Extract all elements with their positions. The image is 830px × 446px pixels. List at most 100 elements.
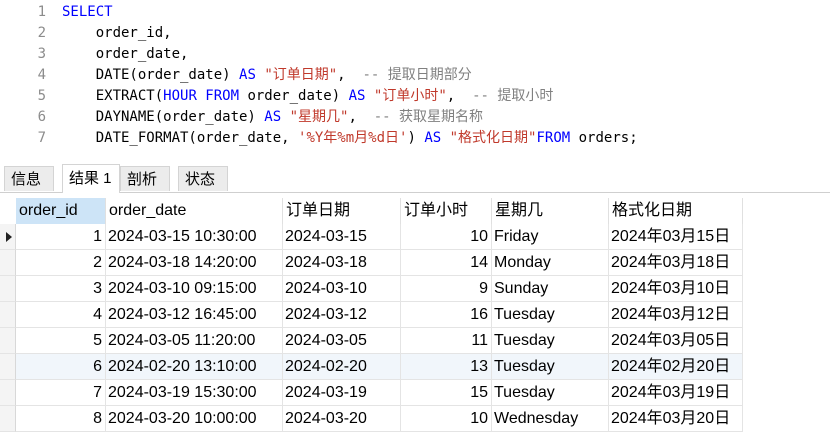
line-number: 1 xyxy=(37,4,46,20)
cell-order-hour[interactable]: 14 xyxy=(401,250,492,276)
code-line[interactable]: 3 order_date, xyxy=(0,44,830,65)
cell-order-date[interactable]: 2024-03-10 09:15:00 xyxy=(106,276,283,302)
code-token: "星期几" xyxy=(289,109,349,125)
code-token: order_date) xyxy=(247,88,349,104)
code-token: "格式化日期" xyxy=(449,130,537,146)
column-header-weekday[interactable]: 星期几 xyxy=(492,198,609,224)
column-header-order-day[interactable]: 订单日期 xyxy=(283,198,401,224)
cell-weekday[interactable]: Sunday xyxy=(492,276,609,302)
column-header-order-id[interactable]: order_id xyxy=(16,198,106,224)
line-number: 2 xyxy=(37,25,46,41)
row-selector[interactable] xyxy=(0,354,16,380)
header-corner xyxy=(0,198,16,224)
cell-formatted-date[interactable]: 2024年02月20日 xyxy=(609,354,743,380)
code-token: ) xyxy=(407,130,425,146)
cell-weekday[interactable]: Tuesday xyxy=(492,380,609,406)
cell-order-hour[interactable]: 13 xyxy=(401,354,492,380)
cell-order-day[interactable]: 2024-03-19 xyxy=(283,380,401,406)
line-number: 6 xyxy=(37,109,46,125)
cell-formatted-date[interactable]: 2024年03月19日 xyxy=(609,380,743,406)
cell-order-day[interactable]: 2024-03-10 xyxy=(283,276,401,302)
cell-order-hour[interactable]: 15 xyxy=(401,380,492,406)
code-token: FROM xyxy=(536,130,579,146)
row-selector[interactable] xyxy=(0,406,16,432)
cell-order-date[interactable]: 2024-02-20 13:10:00 xyxy=(106,354,283,380)
cell-order-day[interactable]: 2024-03-15 xyxy=(283,224,401,250)
cell-weekday[interactable]: Tuesday xyxy=(492,328,609,354)
cell-weekday[interactable]: Monday xyxy=(492,250,609,276)
cell-order-id[interactable]: 6 xyxy=(16,354,106,380)
code-token: DATE_FORMAT(order_date, xyxy=(62,130,299,146)
code-token: AS xyxy=(239,67,265,83)
code-line[interactable]: 2 order_id, xyxy=(0,23,830,44)
column-header-formatted-date[interactable]: 格式化日期 xyxy=(609,198,743,224)
code-line[interactable]: 6 DAYNAME(order_date) AS "星期几", -- 获取星期名… xyxy=(0,107,830,128)
cell-order-date[interactable]: 2024-03-15 10:30:00 xyxy=(106,224,283,250)
cell-order-day[interactable]: 2024-03-20 xyxy=(283,406,401,432)
cell-weekday[interactable]: Wednesday xyxy=(492,406,609,432)
cell-order-hour[interactable]: 11 xyxy=(401,328,492,354)
row-selector[interactable] xyxy=(0,224,16,250)
cell-formatted-date[interactable]: 2024年03月15日 xyxy=(609,224,743,250)
cell-order-id[interactable]: 4 xyxy=(16,302,106,328)
column-header-order-date[interactable]: order_date xyxy=(106,198,283,224)
column-header-order-hour[interactable]: 订单小时 xyxy=(401,198,492,224)
cell-order-hour[interactable]: 9 xyxy=(401,276,492,302)
code-token: AS xyxy=(348,88,374,104)
code-token: DAYNAME(order_date) xyxy=(62,109,265,125)
code-line[interactable]: 4 DATE(order_date) AS "订单日期", -- 提取日期部分 xyxy=(0,65,830,86)
code-token: order_date, xyxy=(62,46,189,62)
sql-editor[interactable]: 1 SELECT 2 order_id, 3 order_date, 4 DATE(or… xyxy=(0,0,830,158)
cell-order-day[interactable]: 2024-03-12 xyxy=(283,302,401,328)
code-token: orders; xyxy=(578,130,638,146)
cell-formatted-date[interactable]: 2024年03月12日 xyxy=(609,302,743,328)
tab-status[interactable]: 状态 xyxy=(178,166,228,191)
row-selector[interactable] xyxy=(0,276,16,302)
tab-profile[interactable]: 剖析 xyxy=(120,166,170,191)
cell-order-id[interactable]: 2 xyxy=(16,250,106,276)
cell-order-id[interactable]: 7 xyxy=(16,380,106,406)
cell-formatted-date[interactable]: 2024年03月05日 xyxy=(609,328,743,354)
line-number: 4 xyxy=(37,67,46,83)
row-selector[interactable] xyxy=(0,380,16,406)
cell-formatted-date[interactable]: 2024年03月20日 xyxy=(609,406,743,432)
cell-order-hour[interactable]: 16 xyxy=(401,302,492,328)
code-line[interactable]: 7 DATE_FORMAT(order_date, '%Y年%m月%d日') A… xyxy=(0,128,830,149)
result-tabs: 信息 结果 1 剖析 状态 xyxy=(0,162,830,193)
cell-order-day[interactable]: 2024-02-20 xyxy=(283,354,401,380)
cell-order-day[interactable]: 2024-03-18 xyxy=(283,250,401,276)
cell-formatted-date[interactable]: 2024年03月18日 xyxy=(609,250,743,276)
cell-order-id[interactable]: 5 xyxy=(16,328,106,354)
cell-order-date[interactable]: 2024-03-20 10:00:00 xyxy=(106,406,283,432)
code-token: -- 提取日期部分 xyxy=(362,67,472,83)
tab-result-1[interactable]: 结果 1 xyxy=(62,164,120,193)
code-line[interactable]: 5 EXTRACT(HOUR FROM order_date) AS "订单小时… xyxy=(0,86,830,107)
cell-formatted-date[interactable]: 2024年03月10日 xyxy=(609,276,743,302)
cell-order-date[interactable]: 2024-03-12 16:45:00 xyxy=(106,302,283,328)
line-number: 3 xyxy=(37,46,46,62)
cell-weekday[interactable]: Tuesday xyxy=(492,302,609,328)
code-token: "订单小时" xyxy=(373,88,447,104)
cell-weekday[interactable]: Tuesday xyxy=(492,354,609,380)
tab-info[interactable]: 信息 xyxy=(4,166,54,191)
code-token: HOUR FROM xyxy=(163,88,248,104)
line-number: 5 xyxy=(37,88,46,104)
code-line[interactable]: 1 SELECT xyxy=(0,2,830,23)
cell-order-hour[interactable]: 10 xyxy=(401,406,492,432)
cell-order-date[interactable]: 2024-03-19 15:30:00 xyxy=(106,380,283,406)
cell-order-id[interactable]: 1 xyxy=(16,224,106,250)
cell-order-id[interactable]: 8 xyxy=(16,406,106,432)
line-number: 7 xyxy=(37,130,46,146)
cell-order-date[interactable]: 2024-03-18 14:20:00 xyxy=(106,250,283,276)
code-token: DATE(order_date) xyxy=(62,67,240,83)
cell-order-date[interactable]: 2024-03-05 11:20:00 xyxy=(106,328,283,354)
code-token: , xyxy=(446,88,473,104)
cell-order-id[interactable]: 3 xyxy=(16,276,106,302)
cell-order-day[interactable]: 2024-03-05 xyxy=(283,328,401,354)
cell-weekday[interactable]: Friday xyxy=(492,224,609,250)
cell-order-hour[interactable]: 10 xyxy=(401,224,492,250)
row-selector[interactable] xyxy=(0,302,16,328)
row-selector[interactable] xyxy=(0,250,16,276)
row-selector[interactable] xyxy=(0,328,16,354)
code-token: order_id, xyxy=(62,25,172,41)
